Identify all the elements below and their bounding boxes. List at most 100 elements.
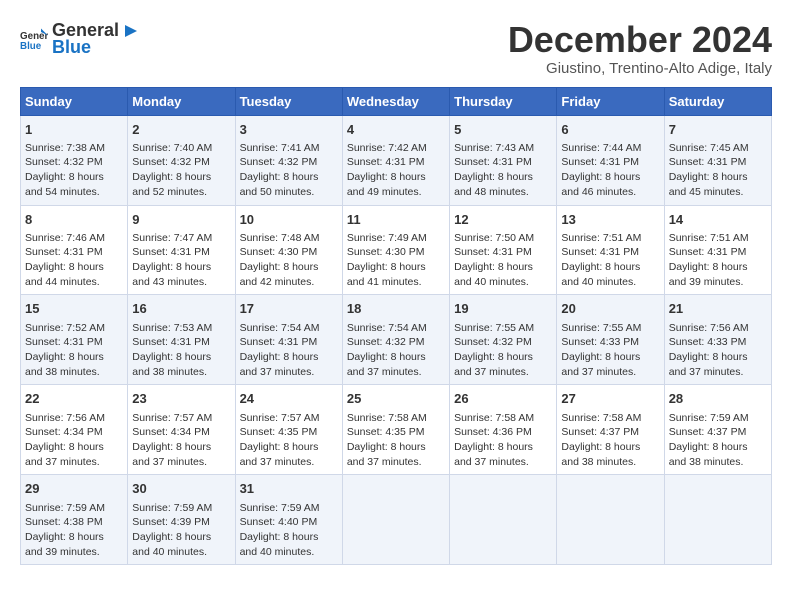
- calendar-cell: 21 Sunrise: 7:56 AM Sunset: 4:33 PM Dayl…: [664, 295, 771, 385]
- calendar-cell: 1 Sunrise: 7:38 AM Sunset: 4:32 PM Dayli…: [21, 115, 128, 205]
- day-number: 8: [25, 211, 123, 229]
- day-info: Sunrise: 7:42 AM Sunset: 4:31 PM Dayligh…: [347, 142, 427, 198]
- day-info: Sunrise: 7:59 AM Sunset: 4:40 PM Dayligh…: [240, 502, 320, 558]
- weekday-header: Tuesday: [235, 87, 342, 115]
- day-info: Sunrise: 7:38 AM Sunset: 4:32 PM Dayligh…: [25, 142, 105, 198]
- day-info: Sunrise: 7:59 AM Sunset: 4:39 PM Dayligh…: [132, 502, 212, 558]
- day-info: Sunrise: 7:51 AM Sunset: 4:31 PM Dayligh…: [561, 232, 641, 288]
- day-number: 10: [240, 211, 338, 229]
- day-number: 16: [132, 300, 230, 318]
- day-number: 26: [454, 390, 552, 408]
- day-number: 4: [347, 121, 445, 139]
- day-number: 31: [240, 480, 338, 498]
- calendar-cell: 4 Sunrise: 7:42 AM Sunset: 4:31 PM Dayli…: [342, 115, 449, 205]
- calendar-cell: 20 Sunrise: 7:55 AM Sunset: 4:33 PM Dayl…: [557, 295, 664, 385]
- calendar-cell: [342, 475, 449, 565]
- day-info: Sunrise: 7:54 AM Sunset: 4:31 PM Dayligh…: [240, 322, 320, 378]
- day-number: 29: [25, 480, 123, 498]
- header: General Blue General Blue December 2024 …: [20, 20, 772, 77]
- day-info: Sunrise: 7:55 AM Sunset: 4:33 PM Dayligh…: [561, 322, 641, 378]
- calendar-cell: 17 Sunrise: 7:54 AM Sunset: 4:31 PM Dayl…: [235, 295, 342, 385]
- day-info: Sunrise: 7:52 AM Sunset: 4:31 PM Dayligh…: [25, 322, 105, 378]
- weekday-header: Friday: [557, 87, 664, 115]
- calendar-week-row: 15 Sunrise: 7:52 AM Sunset: 4:31 PM Dayl…: [21, 295, 772, 385]
- header-row: SundayMondayTuesdayWednesdayThursdayFrid…: [21, 87, 772, 115]
- calendar-cell: 9 Sunrise: 7:47 AM Sunset: 4:31 PM Dayli…: [128, 205, 235, 295]
- calendar-cell: 15 Sunrise: 7:52 AM Sunset: 4:31 PM Dayl…: [21, 295, 128, 385]
- day-number: 3: [240, 121, 338, 139]
- svg-text:Blue: Blue: [20, 41, 42, 52]
- day-info: Sunrise: 7:55 AM Sunset: 4:32 PM Dayligh…: [454, 322, 534, 378]
- day-info: Sunrise: 7:50 AM Sunset: 4:31 PM Dayligh…: [454, 232, 534, 288]
- day-info: Sunrise: 7:57 AM Sunset: 4:34 PM Dayligh…: [132, 412, 212, 468]
- calendar-cell: 18 Sunrise: 7:54 AM Sunset: 4:32 PM Dayl…: [342, 295, 449, 385]
- day-number: 15: [25, 300, 123, 318]
- calendar-week-row: 22 Sunrise: 7:56 AM Sunset: 4:34 PM Dayl…: [21, 385, 772, 475]
- day-info: Sunrise: 7:45 AM Sunset: 4:31 PM Dayligh…: [669, 142, 749, 198]
- day-info: Sunrise: 7:48 AM Sunset: 4:30 PM Dayligh…: [240, 232, 320, 288]
- calendar-cell: 19 Sunrise: 7:55 AM Sunset: 4:32 PM Dayl…: [450, 295, 557, 385]
- calendar-cell: [664, 475, 771, 565]
- calendar-cell: 29 Sunrise: 7:59 AM Sunset: 4:38 PM Dayl…: [21, 475, 128, 565]
- day-info: Sunrise: 7:41 AM Sunset: 4:32 PM Dayligh…: [240, 142, 320, 198]
- calendar-cell: 16 Sunrise: 7:53 AM Sunset: 4:31 PM Dayl…: [128, 295, 235, 385]
- calendar-week-row: 8 Sunrise: 7:46 AM Sunset: 4:31 PM Dayli…: [21, 205, 772, 295]
- day-info: Sunrise: 7:57 AM Sunset: 4:35 PM Dayligh…: [240, 412, 320, 468]
- day-number: 18: [347, 300, 445, 318]
- day-number: 27: [561, 390, 659, 408]
- day-info: Sunrise: 7:59 AM Sunset: 4:37 PM Dayligh…: [669, 412, 749, 468]
- day-info: Sunrise: 7:58 AM Sunset: 4:36 PM Dayligh…: [454, 412, 534, 468]
- calendar-cell: 2 Sunrise: 7:40 AM Sunset: 4:32 PM Dayli…: [128, 115, 235, 205]
- calendar-table: SundayMondayTuesdayWednesdayThursdayFrid…: [20, 87, 772, 566]
- day-number: 14: [669, 211, 767, 229]
- calendar-cell: 22 Sunrise: 7:56 AM Sunset: 4:34 PM Dayl…: [21, 385, 128, 475]
- day-info: Sunrise: 7:40 AM Sunset: 4:32 PM Dayligh…: [132, 142, 212, 198]
- day-info: Sunrise: 7:58 AM Sunset: 4:35 PM Dayligh…: [347, 412, 427, 468]
- calendar-cell: [557, 475, 664, 565]
- calendar-cell: 30 Sunrise: 7:59 AM Sunset: 4:39 PM Dayl…: [128, 475, 235, 565]
- day-number: 12: [454, 211, 552, 229]
- calendar-cell: 6 Sunrise: 7:44 AM Sunset: 4:31 PM Dayli…: [557, 115, 664, 205]
- calendar-week-row: 1 Sunrise: 7:38 AM Sunset: 4:32 PM Dayli…: [21, 115, 772, 205]
- day-info: Sunrise: 7:54 AM Sunset: 4:32 PM Dayligh…: [347, 322, 427, 378]
- day-info: Sunrise: 7:43 AM Sunset: 4:31 PM Dayligh…: [454, 142, 534, 198]
- calendar-cell: 14 Sunrise: 7:51 AM Sunset: 4:31 PM Dayl…: [664, 205, 771, 295]
- day-number: 21: [669, 300, 767, 318]
- month-title: December 2024: [508, 20, 772, 60]
- calendar-cell: [450, 475, 557, 565]
- day-number: 11: [347, 211, 445, 229]
- weekday-header: Sunday: [21, 87, 128, 115]
- calendar-cell: 12 Sunrise: 7:50 AM Sunset: 4:31 PM Dayl…: [450, 205, 557, 295]
- day-number: 5: [454, 121, 552, 139]
- calendar-cell: 5 Sunrise: 7:43 AM Sunset: 4:31 PM Dayli…: [450, 115, 557, 205]
- day-info: Sunrise: 7:51 AM Sunset: 4:31 PM Dayligh…: [669, 232, 749, 288]
- day-number: 19: [454, 300, 552, 318]
- calendar-cell: 23 Sunrise: 7:57 AM Sunset: 4:34 PM Dayl…: [128, 385, 235, 475]
- day-info: Sunrise: 7:53 AM Sunset: 4:31 PM Dayligh…: [132, 322, 212, 378]
- day-number: 23: [132, 390, 230, 408]
- calendar-cell: 24 Sunrise: 7:57 AM Sunset: 4:35 PM Dayl…: [235, 385, 342, 475]
- day-number: 6: [561, 121, 659, 139]
- location-title: Giustino, Trentino-Alto Adige, Italy: [508, 60, 772, 77]
- day-info: Sunrise: 7:58 AM Sunset: 4:37 PM Dayligh…: [561, 412, 641, 468]
- calendar-cell: 28 Sunrise: 7:59 AM Sunset: 4:37 PM Dayl…: [664, 385, 771, 475]
- day-info: Sunrise: 7:44 AM Sunset: 4:31 PM Dayligh…: [561, 142, 641, 198]
- day-number: 17: [240, 300, 338, 318]
- weekday-header: Monday: [128, 87, 235, 115]
- logo: General Blue General Blue: [20, 20, 141, 58]
- weekday-header: Saturday: [664, 87, 771, 115]
- day-info: Sunrise: 7:47 AM Sunset: 4:31 PM Dayligh…: [132, 232, 212, 288]
- day-number: 28: [669, 390, 767, 408]
- calendar-cell: 11 Sunrise: 7:49 AM Sunset: 4:30 PM Dayl…: [342, 205, 449, 295]
- day-number: 7: [669, 121, 767, 139]
- weekday-header: Wednesday: [342, 87, 449, 115]
- title-area: December 2024 Giustino, Trentino-Alto Ad…: [508, 20, 772, 77]
- day-number: 22: [25, 390, 123, 408]
- day-number: 30: [132, 480, 230, 498]
- calendar-cell: 31 Sunrise: 7:59 AM Sunset: 4:40 PM Dayl…: [235, 475, 342, 565]
- calendar-cell: 10 Sunrise: 7:48 AM Sunset: 4:30 PM Dayl…: [235, 205, 342, 295]
- calendar-cell: 7 Sunrise: 7:45 AM Sunset: 4:31 PM Dayli…: [664, 115, 771, 205]
- day-number: 1: [25, 121, 123, 139]
- logo-icon: General Blue: [20, 25, 48, 53]
- day-info: Sunrise: 7:49 AM Sunset: 4:30 PM Dayligh…: [347, 232, 427, 288]
